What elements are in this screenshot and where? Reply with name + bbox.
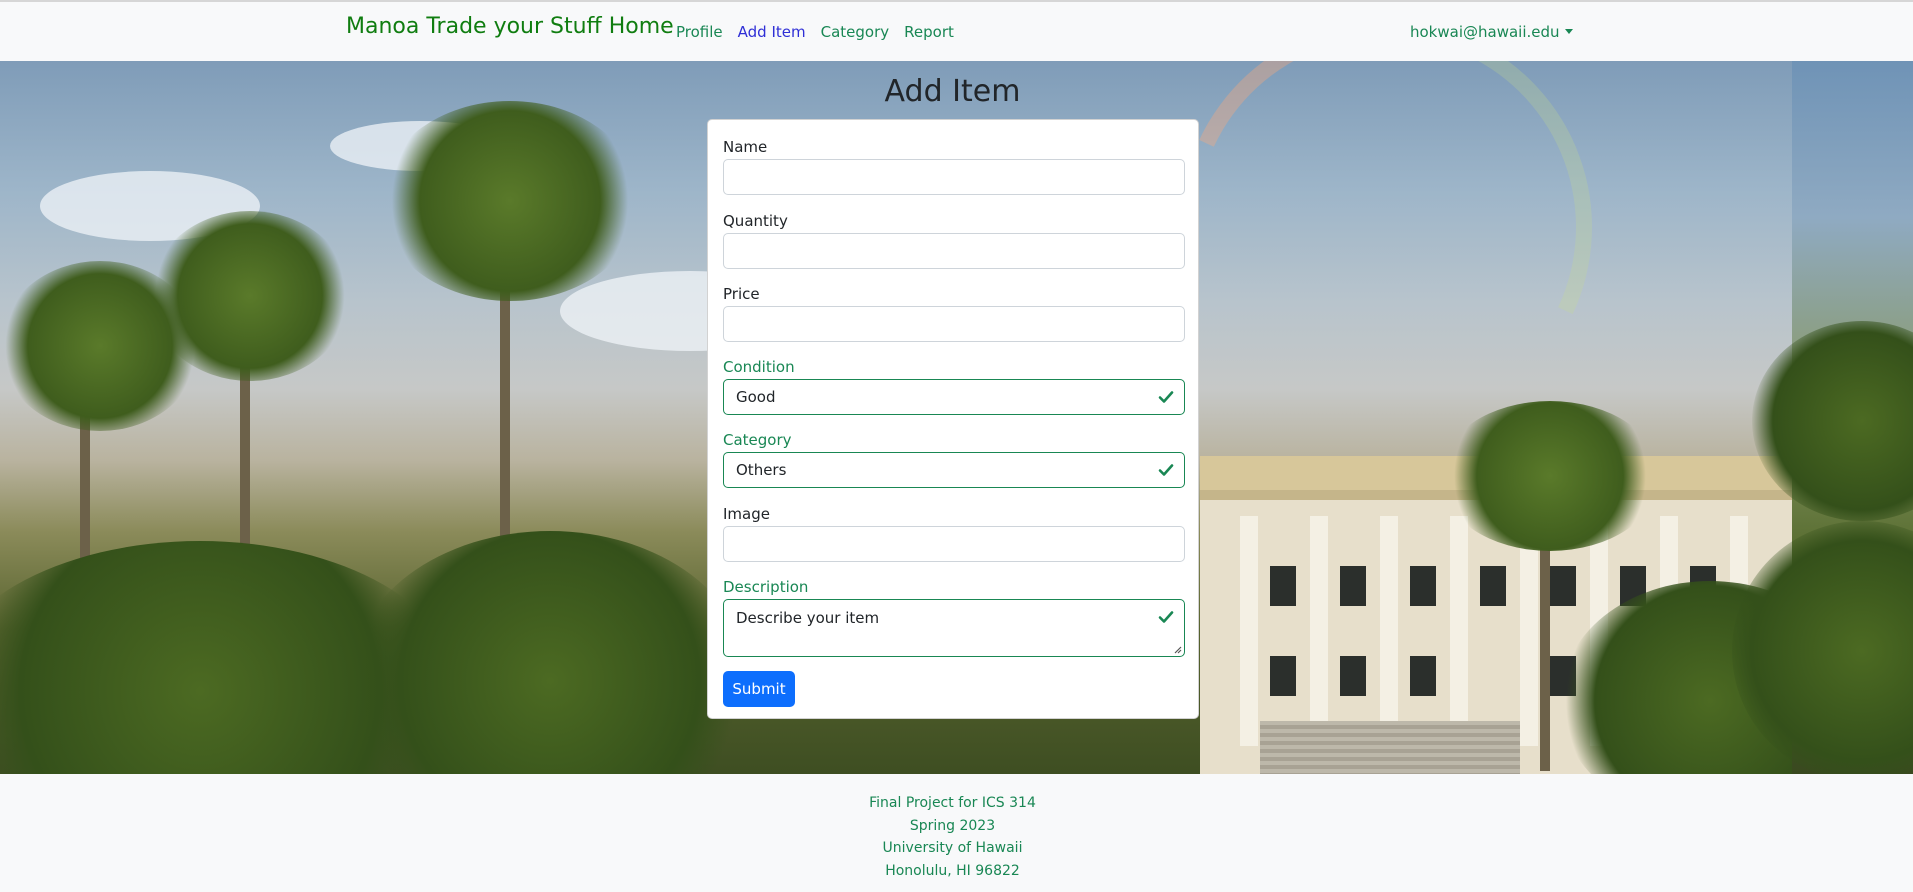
check-icon (1158, 391, 1174, 403)
category-value: Others (736, 461, 787, 479)
nav-links: Profile Add Item Category Report (676, 23, 969, 41)
condition-field-group: Condition Good (723, 357, 1185, 415)
quantity-input[interactable] (723, 233, 1185, 269)
background-photo-repeat (1732, 61, 1913, 774)
image-label: Image (723, 505, 770, 523)
image-field-group: Image (723, 504, 1185, 562)
footer-line: Final Project for ICS 314 (869, 795, 1036, 811)
price-input[interactable] (723, 306, 1185, 342)
category-select[interactable]: Others (723, 452, 1185, 488)
nav-link-report[interactable]: Report (904, 23, 954, 41)
description-label: Description (723, 578, 809, 596)
category-field-group: Category Others (723, 430, 1185, 488)
footer-line: Honolulu, HI 96822 (885, 862, 1020, 879)
description-value: Describe your item (736, 609, 880, 627)
image-input[interactable] (723, 526, 1185, 562)
description-field-group: Description Describe your item (723, 577, 1185, 657)
palm-crown-decoration (0, 261, 200, 431)
foliage-decoration (350, 531, 750, 774)
user-email: hokwai@hawaii.edu (1410, 23, 1560, 41)
navbar: Manoa Trade your Stuff Home Profile Add … (0, 2, 1913, 61)
resize-handle-icon[interactable] (1172, 644, 1182, 654)
price-label: Price (723, 285, 760, 303)
brand-link[interactable]: Manoa Trade your Stuff Home (346, 14, 674, 39)
check-icon (1158, 611, 1174, 623)
description-textarea[interactable]: Describe your item (723, 599, 1185, 657)
name-field-group: Name (723, 137, 1185, 195)
footer-text: Final Project for ICS 314 Spring 2023 Un… (0, 792, 1905, 882)
footer-line: Spring 2023 (909, 817, 996, 834)
palm-crown-decoration (380, 101, 640, 301)
submit-button[interactable]: Submit (723, 671, 795, 707)
nav-link-add-item[interactable]: Add Item (738, 23, 806, 41)
condition-select[interactable]: Good (723, 379, 1185, 415)
condition-value: Good (736, 388, 776, 406)
footer: Final Project for ICS 314 Spring 2023 Un… (0, 774, 1913, 892)
hero-section: Add Item Name Quantity Price Condition G… (0, 61, 1913, 774)
condition-label: Condition (723, 358, 795, 376)
palm-crown-decoration (1440, 401, 1660, 551)
add-item-form: Name Quantity Price Condition Good Categ… (707, 119, 1199, 719)
category-label: Category (723, 431, 792, 449)
user-dropdown[interactable]: hokwai@hawaii.edu (1410, 23, 1573, 41)
quantity-label: Quantity (723, 212, 788, 230)
name-input[interactable] (723, 159, 1185, 195)
caret-down-icon (1564, 29, 1573, 34)
price-field-group: Price (723, 284, 1185, 342)
steps-decoration (1260, 721, 1520, 774)
nav-link-profile[interactable]: Profile (676, 23, 723, 41)
footer-line: University of Hawaii (882, 840, 1023, 856)
nav-link-category[interactable]: Category (821, 23, 890, 41)
page-title: Add Item (884, 74, 1021, 109)
name-label: Name (723, 138, 768, 156)
check-icon (1158, 464, 1174, 476)
quantity-field-group: Quantity (723, 211, 1185, 269)
